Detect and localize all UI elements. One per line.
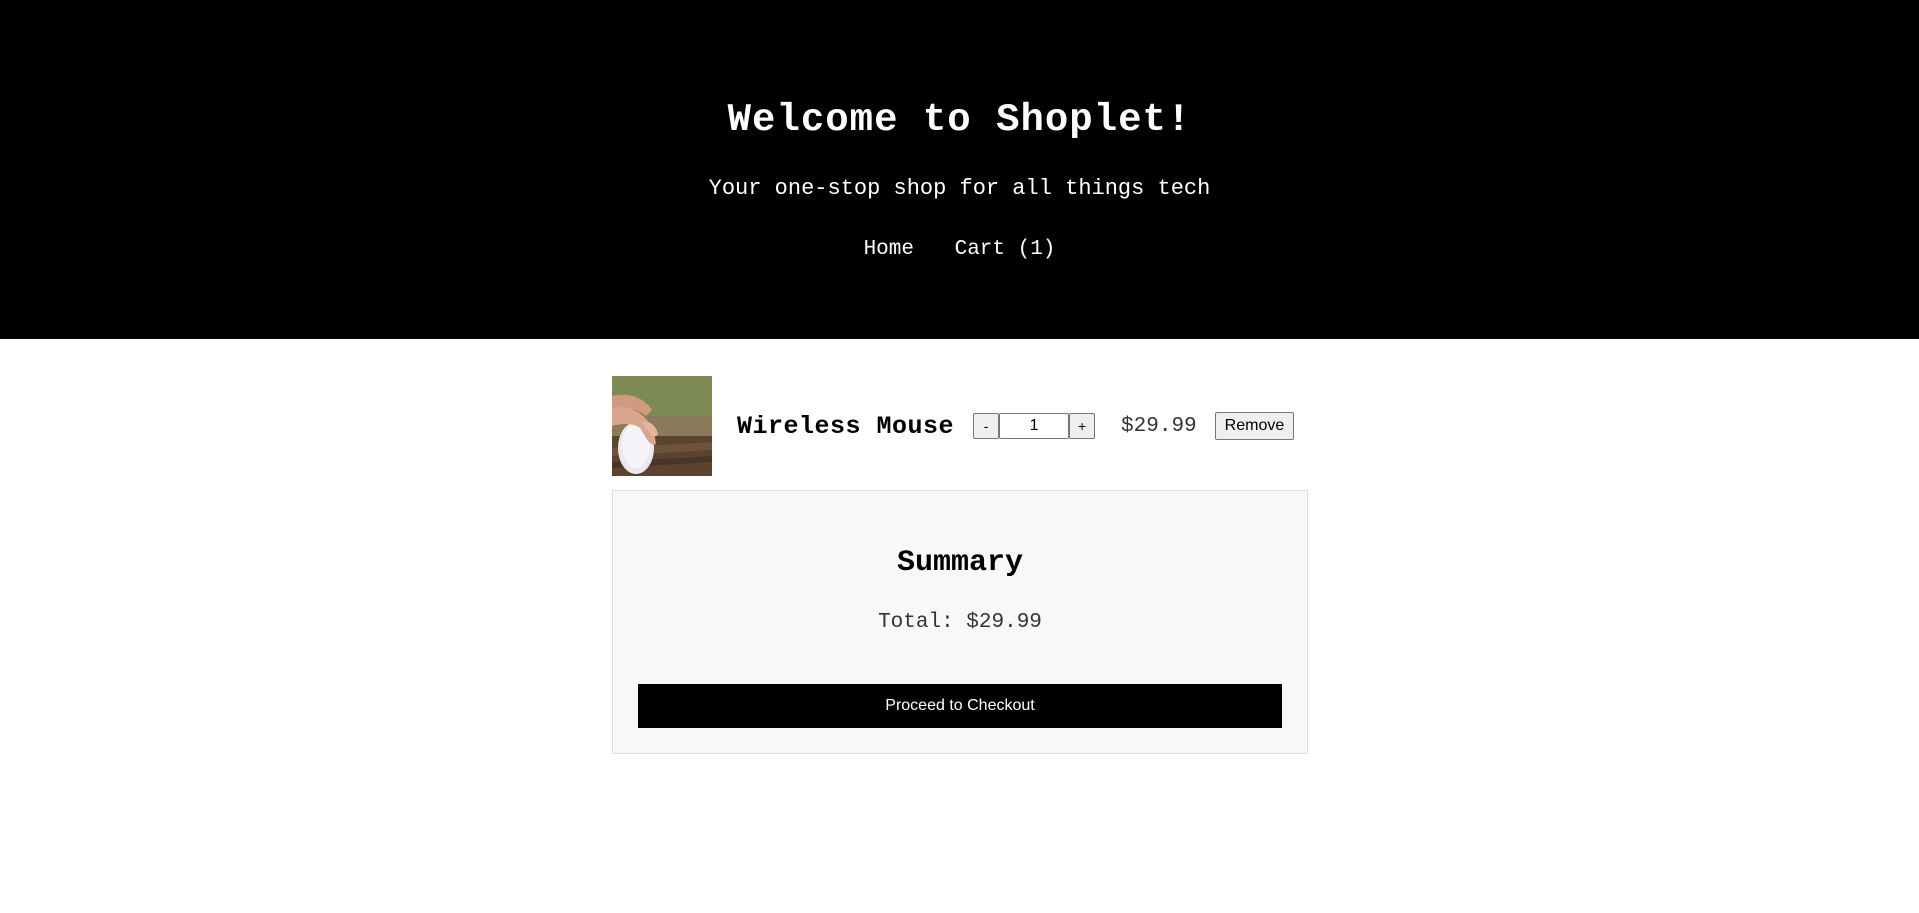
product-image <box>612 376 712 476</box>
nav-cart-link[interactable]: Cart (1) <box>955 238 1056 261</box>
quantity-input[interactable] <box>999 413 1070 439</box>
site-tagline: Your one-stop shop for all things tech <box>708 176 1211 201</box>
mouse-product-photo-icon <box>612 376 712 476</box>
site-title: Welcome to Shoplet! <box>727 98 1192 142</box>
item-price: $29.99 <box>1121 414 1197 438</box>
quantity-stepper: - + <box>973 413 1096 439</box>
order-summary-panel: Summary Total: $29.99 Proceed to Checkou… <box>612 490 1308 754</box>
site-header: Welcome to Shoplet! Your one-stop shop f… <box>0 0 1919 339</box>
proceed-to-checkout-button[interactable]: Proceed to Checkout <box>638 684 1282 728</box>
nav-home-link[interactable]: Home <box>864 238 914 261</box>
main-nav: Home Cart (1) <box>0 235 1919 265</box>
order-total: Total: $29.99 <box>878 611 1042 634</box>
summary-heading: Summary <box>896 546 1024 580</box>
product-name: Wireless Mouse <box>737 411 955 441</box>
increment-quantity-button[interactable]: + <box>1069 413 1096 439</box>
cart-item-row: Wireless Mouse - + $29.99 Remove <box>612 376 1308 476</box>
remove-item-button[interactable]: Remove <box>1214 412 1295 440</box>
decrement-quantity-button[interactable]: - <box>973 413 1000 439</box>
